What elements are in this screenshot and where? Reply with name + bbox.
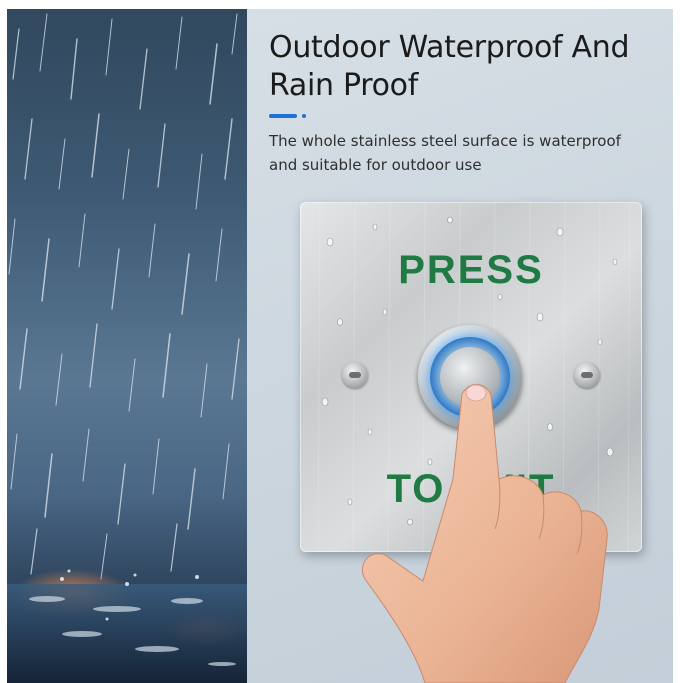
info-panel: Outdoor Waterproof And Rain Proof The wh… (247, 9, 673, 683)
product-banner: Outdoor Waterproof And Rain Proof The wh… (7, 9, 673, 683)
rain-scene (7, 9, 247, 683)
pressing-hand-icon (362, 383, 608, 683)
rain-illustration-icon (7, 13, 247, 683)
